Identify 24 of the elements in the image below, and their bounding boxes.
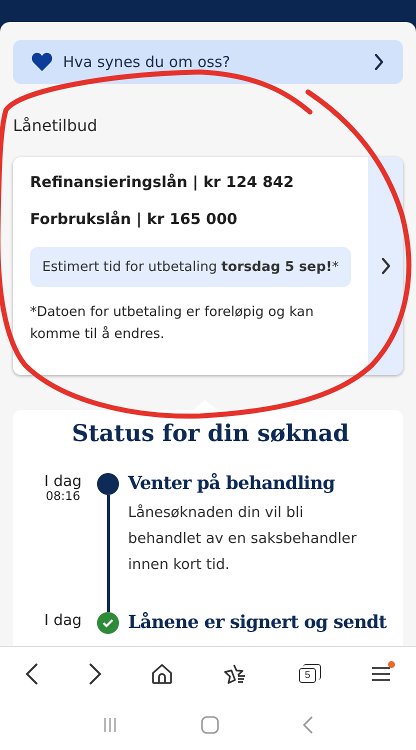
heart-icon [31, 52, 53, 72]
event-day: I dag [44, 473, 82, 489]
check-circle-icon [97, 612, 119, 634]
home-icon [200, 716, 219, 734]
event-time: 08:16 [46, 489, 80, 503]
feedback-banner[interactable]: Hva synes du om oss? [13, 40, 403, 84]
open-offer-button[interactable] [368, 157, 403, 375]
payout-estimate: Estimert tid for utbetaling torsdag 5 sep!* [30, 247, 351, 287]
event-title: Lånene er signert og sendt [128, 612, 386, 633]
loan-amount: Refinansieringslån | kr 124 842 [30, 173, 295, 191]
disclaimer-text: *Datoen for utbetaling er foreløpig og kan komme til å endres. [30, 303, 315, 344]
event-day: I dag [44, 612, 82, 628]
event-description: Lånesøknaden din vil bli behandlet av en saksbehandler innen kort tid. [128, 503, 358, 575]
status-title: Status for din søknad [70, 420, 350, 447]
chevron-right-icon [380, 257, 392, 275]
loan-amount: Forbrukslån | kr 165 000 [30, 210, 238, 228]
offer-card[interactable]: Refinansieringslån | kr 124 842 Forbrukslån | kr 165 000 Estimert tid for utbetaling torsdag 5 sep!* *Datoen for utbetaling er foreløpig og kan komme til å endres. [13, 157, 403, 375]
tabs-button[interactable]: 5 [292, 658, 326, 688]
recent-apps-icon [102, 717, 118, 733]
section-title: Lånetilbud [13, 116, 98, 135]
back-icon [302, 716, 314, 734]
menu-icon [371, 664, 392, 682]
event-title: Venter på behandling [128, 473, 336, 494]
chevron-right-icon [373, 53, 385, 71]
